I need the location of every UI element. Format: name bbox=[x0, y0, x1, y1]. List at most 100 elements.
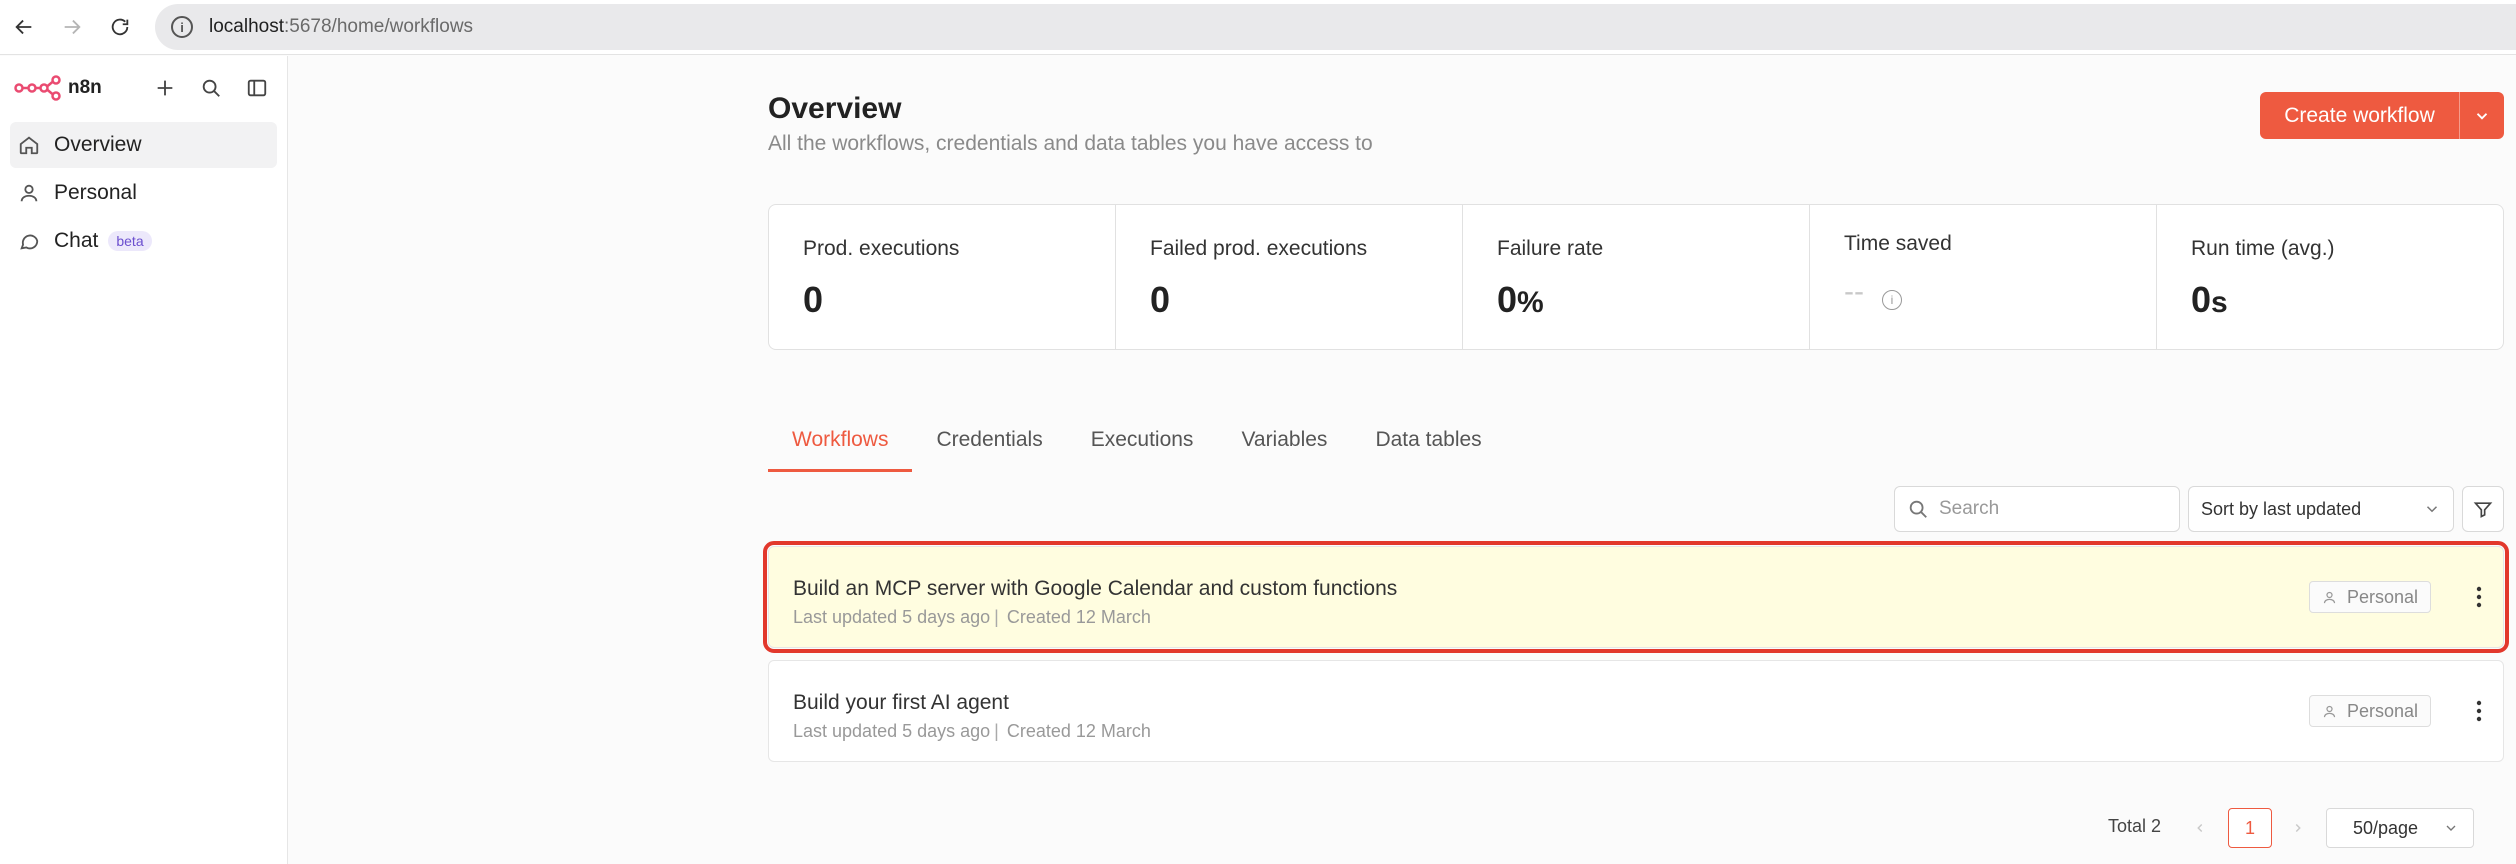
workflow-updated: Last updated 5 days ago bbox=[793, 607, 991, 627]
user-icon bbox=[2323, 705, 2336, 717]
browser-toolbar: i localhost:5678/home/workflows bbox=[0, 0, 2516, 55]
brand-name: n8n bbox=[68, 77, 102, 98]
stat-number: 0 bbox=[1497, 279, 1518, 320]
stat-value: 0s bbox=[2191, 279, 2469, 321]
stat-label: Run time (avg.) bbox=[2191, 237, 2335, 260]
sidebar-header: n8n bbox=[0, 56, 287, 120]
reload-button[interactable] bbox=[96, 3, 144, 51]
workflow-actions-button[interactable] bbox=[2465, 579, 2493, 615]
stat-number: 0 bbox=[2191, 279, 2212, 320]
sidebar-item-label: Overview bbox=[54, 133, 142, 156]
stat-number: 0 bbox=[803, 279, 824, 320]
search-button[interactable] bbox=[195, 72, 227, 104]
tab-executions[interactable]: Executions bbox=[1067, 428, 1218, 472]
site-info-icon[interactable]: i bbox=[171, 16, 193, 38]
workflow-card[interactable]: Build your first AI agent Last updated 5… bbox=[768, 660, 2504, 762]
search-icon bbox=[202, 79, 220, 97]
beta-badge: beta bbox=[108, 231, 152, 251]
home-icon bbox=[19, 136, 39, 155]
more-vertical-icon bbox=[2476, 700, 2482, 722]
search-box bbox=[1894, 486, 2180, 532]
chevron-down-icon bbox=[2476, 112, 2488, 120]
create-options-button[interactable] bbox=[2460, 92, 2504, 139]
workflow-meta: Last updated 5 days ago | Created 12 March bbox=[793, 721, 1151, 742]
sidebar-item-label: Chat bbox=[54, 229, 99, 252]
tab-data-tables[interactable]: Data tables bbox=[1351, 428, 1505, 472]
stat-value: 0% bbox=[1497, 279, 1775, 321]
info-icon[interactable]: i bbox=[1881, 290, 1902, 310]
address-bar[interactable]: i localhost:5678/home/workflows bbox=[155, 4, 2516, 50]
stat-number: -- bbox=[1844, 275, 1864, 308]
next-page-button[interactable] bbox=[2286, 814, 2310, 842]
owner-badge: Personal bbox=[2309, 695, 2432, 727]
plus-icon bbox=[157, 80, 173, 96]
sidebar-item-overview[interactable]: Overview bbox=[10, 122, 277, 168]
filter-button[interactable] bbox=[2462, 486, 2504, 532]
forward-button[interactable] bbox=[48, 3, 96, 51]
chevron-left-icon bbox=[2197, 823, 2203, 833]
reload-icon bbox=[111, 18, 129, 36]
tab-credentials[interactable]: Credentials bbox=[912, 428, 1066, 472]
stat-prod-executions[interactable]: Prod. executions 0 bbox=[769, 205, 1116, 349]
stat-label: Time saved bbox=[1844, 232, 1952, 255]
stat-value: 0 bbox=[1150, 279, 1428, 321]
arrow-right-icon bbox=[64, 19, 81, 35]
owner-label: Personal bbox=[2347, 700, 2419, 721]
chevron-down-icon bbox=[2446, 825, 2456, 831]
page-title: Overview bbox=[768, 92, 902, 125]
stat-failed-executions[interactable]: Failed prod. executions 0 bbox=[1116, 205, 1463, 349]
stat-unit: % bbox=[1517, 286, 1544, 319]
sidebar: n8n Overview Personal Chat beta bbox=[0, 56, 288, 864]
workflow-updated: Last updated 5 days ago bbox=[793, 721, 991, 741]
stat-label: Prod. executions bbox=[803, 237, 960, 260]
workflow-name[interactable]: Build your first AI agent bbox=[793, 691, 1009, 715]
stat-value: 0 bbox=[803, 279, 1081, 321]
stat-value: -- i bbox=[1844, 274, 2122, 310]
more-vertical-icon bbox=[2476, 586, 2482, 608]
page-number-button[interactable]: 1 bbox=[2228, 808, 2272, 848]
workflow-name[interactable]: Build an MCP server with Google Calendar… bbox=[793, 577, 1397, 601]
stat-time-saved[interactable]: Time saved -- i bbox=[1810, 205, 2157, 349]
create-workflow-button-group: Create workflow bbox=[2260, 92, 2504, 139]
search-input[interactable] bbox=[1939, 498, 2169, 520]
workflow-actions-button[interactable] bbox=[2465, 693, 2493, 729]
sidebar-toggle-icon bbox=[247, 79, 267, 97]
workflow-meta: Last updated 5 days ago | Created 12 March bbox=[793, 607, 1151, 628]
page-size-value: 50/page bbox=[2353, 817, 2419, 838]
stat-label: Failed prod. executions bbox=[1150, 237, 1368, 260]
pagination: Total 2 1 50/page bbox=[768, 808, 2504, 848]
sidebar-item-personal[interactable]: Personal bbox=[10, 170, 277, 216]
workflow-card[interactable]: Build an MCP server with Google Calendar… bbox=[763, 541, 2509, 653]
tab-variables[interactable]: Variables bbox=[1217, 428, 1351, 472]
total-count: Total 2 bbox=[2108, 816, 2162, 836]
tab-workflows[interactable]: Workflows bbox=[768, 428, 913, 472]
search-icon bbox=[1909, 500, 1927, 518]
stat-failure-rate[interactable]: Failure rate 0% bbox=[1463, 205, 1810, 349]
owner-label: Personal bbox=[2347, 586, 2419, 607]
n8n-logo[interactable]: n8n bbox=[14, 75, 102, 101]
filter-icon bbox=[2473, 502, 2493, 518]
n8n-logo-icon bbox=[14, 75, 61, 101]
user-icon bbox=[20, 184, 38, 202]
chat-icon bbox=[20, 234, 39, 250]
sidebar-item-label: Personal bbox=[54, 181, 137, 204]
back-button[interactable] bbox=[0, 3, 48, 51]
meta-separator: | bbox=[994, 721, 999, 741]
sort-value: Sort by last updated bbox=[2201, 498, 2362, 519]
workflow-created: Created 12 March bbox=[1006, 607, 1151, 627]
stat-run-time[interactable]: Run time (avg.) 0s bbox=[2157, 205, 2503, 349]
stat-unit: s bbox=[2211, 286, 2228, 319]
chevron-right-icon bbox=[2295, 823, 2301, 833]
create-workflow-button[interactable]: Create workflow bbox=[2260, 92, 2460, 139]
user-icon bbox=[2323, 591, 2336, 603]
toggle-sidebar-button[interactable] bbox=[241, 72, 273, 104]
add-button[interactable] bbox=[149, 72, 181, 104]
prev-page-button[interactable] bbox=[2188, 814, 2212, 842]
sidebar-item-chat[interactable]: Chat beta bbox=[10, 218, 277, 264]
arrow-left-icon bbox=[15, 19, 32, 35]
chevron-down-icon bbox=[2426, 506, 2438, 513]
sort-select[interactable]: Sort by last updated bbox=[2188, 486, 2454, 532]
url-host: localhost bbox=[209, 16, 284, 37]
stat-label: Failure rate bbox=[1497, 237, 1604, 260]
page-size-select[interactable]: 50/page bbox=[2326, 808, 2474, 848]
